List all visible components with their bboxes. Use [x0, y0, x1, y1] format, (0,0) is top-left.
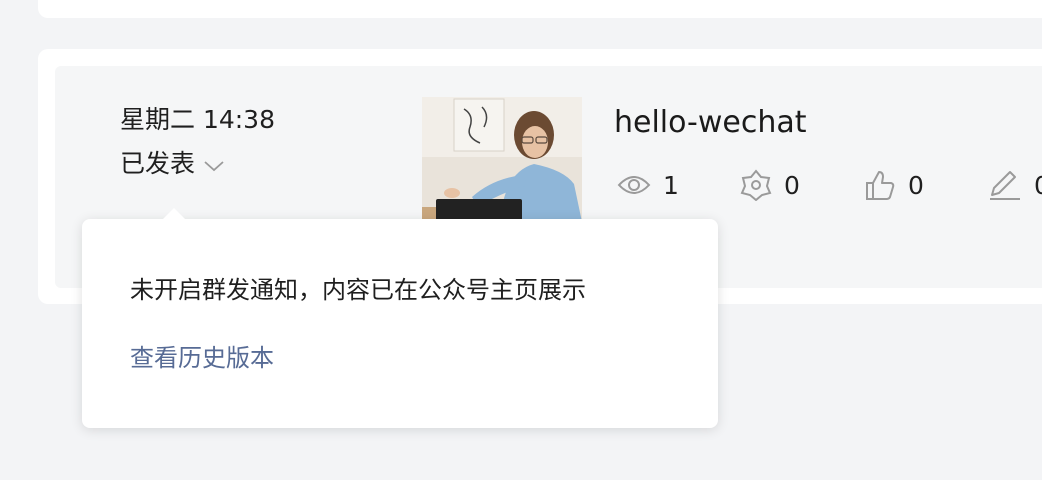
comment-count-value: 0 — [1034, 170, 1042, 200]
view-history-link[interactable]: 查看历史版本 — [130, 341, 274, 375]
share-count: 0 — [740, 166, 800, 204]
publish-status-dropdown[interactable]: 已发表 — [120, 147, 225, 181]
share-count-value: 0 — [784, 170, 800, 200]
thumbs-up-icon — [866, 171, 895, 200]
pencil-icon — [990, 171, 1020, 200]
share-icon — [740, 169, 772, 201]
popover-message: 未开启群发通知，内容已在公众号主页展示 — [130, 276, 586, 304]
chevron-down-icon — [204, 161, 224, 172]
popover-arrow — [163, 208, 185, 219]
like-count-value: 0 — [908, 170, 924, 200]
publish-time: 星期二 14:38 — [120, 105, 275, 134]
publish-status-label: 已发表 — [120, 149, 196, 178]
thumbnail-image — [422, 97, 582, 222]
previous-article-card — [38, 0, 1042, 18]
status-popover: 未开启群发通知，内容已在公众号主页展示 查看历史版本 — [82, 219, 718, 428]
article-title[interactable]: hello-wechat — [614, 104, 807, 142]
like-count: 0 — [864, 166, 924, 204]
article-thumbnail[interactable] — [422, 97, 582, 222]
comment-count: 0 — [988, 166, 1042, 204]
eye-icon — [617, 176, 651, 194]
read-count-value: 1 — [663, 170, 679, 200]
read-count: 1 — [617, 166, 679, 204]
